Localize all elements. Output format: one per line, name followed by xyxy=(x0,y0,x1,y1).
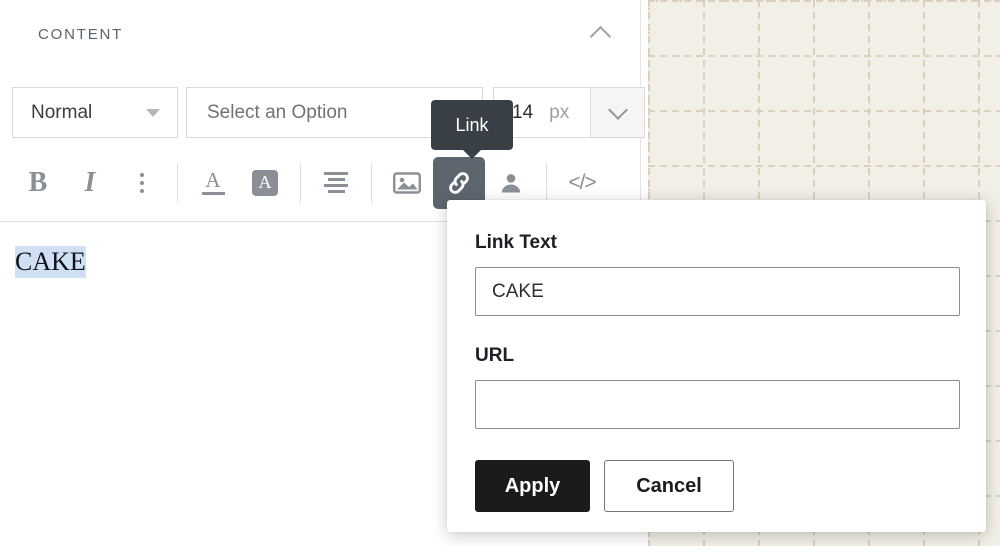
font-size-unit: px xyxy=(549,101,570,123)
font-size-control: 14 px xyxy=(493,87,645,138)
bold-button[interactable]: B xyxy=(12,160,64,206)
person-icon xyxy=(501,173,521,192)
toolbar-divider xyxy=(177,162,178,203)
italic-button[interactable]: I xyxy=(64,160,116,206)
apply-button[interactable]: Apply xyxy=(475,460,590,512)
insert-personalization-button[interactable] xyxy=(485,160,537,206)
bold-icon: B xyxy=(28,166,48,198)
chevron-up-icon xyxy=(589,25,611,48)
chevron-down-icon xyxy=(607,99,628,120)
text-color-button[interactable]: A xyxy=(187,160,239,206)
collapse-section-button[interactable] xyxy=(583,17,617,51)
insert-image-button[interactable] xyxy=(381,160,433,206)
text-color-icon: A xyxy=(201,168,225,195)
app-screen: CONTENT Normal Select an Option 14 px B … xyxy=(0,0,1000,546)
toolbar-divider xyxy=(371,162,372,203)
page-title: CONTENT xyxy=(38,25,124,43)
font-size-dropdown-button[interactable] xyxy=(590,88,644,137)
cancel-button[interactable]: Cancel xyxy=(604,460,734,512)
dialog-button-row: Apply Cancel xyxy=(475,460,958,512)
highlight-color-button[interactable]: A xyxy=(239,160,291,206)
source-code-button[interactable]: </> xyxy=(556,160,608,206)
paragraph-style-select[interactable]: Normal xyxy=(12,87,178,138)
paragraph-style-value: Normal xyxy=(31,101,93,123)
editor-selected-text[interactable]: CAKE xyxy=(15,246,86,278)
font-size-value: 14 xyxy=(512,101,534,123)
text-color-bar xyxy=(201,192,225,195)
more-vertical-icon xyxy=(140,172,144,193)
content-section-header: CONTENT xyxy=(0,0,641,68)
toolbar-divider xyxy=(300,162,301,203)
link-tooltip: Link xyxy=(431,100,513,159)
highlight-color-icon: A xyxy=(252,169,278,196)
link-tooltip-label: Link xyxy=(455,114,489,135)
align-icon xyxy=(324,172,348,193)
url-label: URL xyxy=(475,345,515,366)
image-icon xyxy=(393,171,421,194)
link-text-input[interactable] xyxy=(475,267,960,316)
insert-link-dialog: Link Text URL Apply Cancel xyxy=(447,200,986,532)
link-text-label: Link Text xyxy=(475,232,557,253)
more-options-button[interactable] xyxy=(116,160,168,206)
url-input[interactable] xyxy=(475,380,960,429)
font-family-placeholder: Select an Option xyxy=(207,101,348,123)
italic-icon: I xyxy=(84,166,96,198)
toolbar-row-selects: Normal Select an Option 14 px xyxy=(12,87,645,138)
text-color-letter: A xyxy=(205,168,221,192)
triangle-down-icon xyxy=(146,108,160,117)
toolbar-divider xyxy=(546,162,547,203)
link-icon xyxy=(449,171,469,194)
align-button[interactable] xyxy=(310,160,362,206)
field-spacer xyxy=(475,316,958,345)
code-icon: </> xyxy=(568,170,596,194)
